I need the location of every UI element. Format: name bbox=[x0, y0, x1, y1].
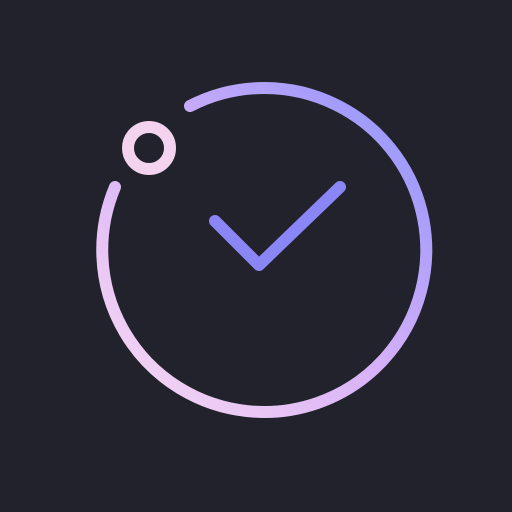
app-icon bbox=[0, 0, 512, 512]
timer-check-icon bbox=[0, 0, 512, 512]
